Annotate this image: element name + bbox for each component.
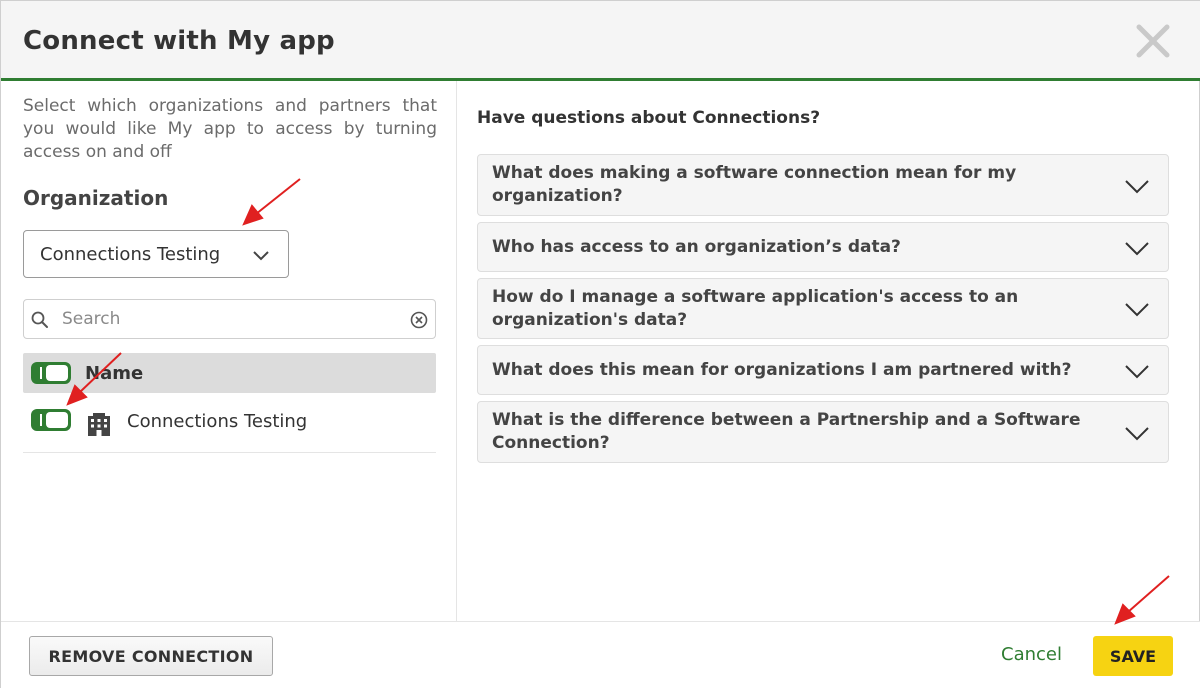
faq-question: How do I manage a software application's…: [492, 287, 1019, 330]
chevron-down-icon: [1125, 427, 1149, 441]
faq-question: Who has access to an organization’s data…: [492, 237, 901, 257]
cancel-button[interactable]: Cancel: [1001, 644, 1062, 665]
faq-question: What does this mean for organizations I …: [492, 360, 1072, 380]
faq-item-partnered-orgs[interactable]: What does this mean for organizations I …: [477, 345, 1169, 395]
faq-question: What does making a software connection m…: [492, 163, 1017, 206]
row-access-toggle[interactable]: [31, 409, 71, 431]
organization-label: Organization: [23, 186, 169, 210]
chevron-down-icon: [1125, 180, 1149, 194]
left-panel: Select which organizations and partners …: [1, 81, 457, 621]
building-icon: [88, 413, 110, 436]
chevron-down-icon: [253, 251, 269, 261]
search-icon: [31, 311, 48, 328]
remove-connection-button[interactable]: REMOVE CONNECTION: [29, 636, 273, 676]
faq-item-data-access[interactable]: Who has access to an organization’s data…: [477, 222, 1169, 272]
table-header: Name: [23, 353, 436, 393]
chevron-down-icon: [1125, 303, 1149, 317]
toggle-on-mark: [40, 367, 42, 379]
search-input[interactable]: [62, 305, 392, 333]
faq-title: Have questions about Connections?: [477, 108, 821, 128]
table-row: Connections Testing: [23, 397, 436, 453]
dialog-footer: REMOVE CONNECTION Cancel SAVE: [1, 621, 1200, 688]
toggle-knob: [46, 365, 68, 381]
toggle-on-mark: [40, 414, 42, 426]
dialog-header: Connect with My app: [1, 1, 1200, 81]
faq-question: What is the difference between a Partner…: [492, 410, 1081, 453]
faq-item-manage-access[interactable]: How do I manage a software application's…: [477, 278, 1169, 339]
clear-search-icon[interactable]: [409, 310, 429, 330]
name-column-header: Name: [85, 363, 144, 384]
close-icon[interactable]: [1133, 21, 1173, 61]
faq-item-software-connection[interactable]: What does making a software connection m…: [477, 154, 1169, 216]
select-all-toggle[interactable]: [31, 362, 71, 384]
intro-text: Select which organizations and partners …: [23, 96, 437, 162]
connect-dialog: Connect with My app Select which organiz…: [0, 0, 1200, 688]
chevron-down-icon: [1125, 242, 1149, 256]
toggle-knob: [46, 412, 68, 428]
chevron-down-icon: [1125, 365, 1149, 379]
organization-select-value: Connections Testing: [40, 244, 221, 265]
organization-select[interactable]: Connections Testing: [23, 230, 289, 278]
right-panel: Have questions about Connections? What d…: [457, 81, 1200, 621]
save-button[interactable]: SAVE: [1093, 636, 1173, 676]
dialog-title: Connect with My app: [23, 26, 335, 56]
faq-item-partnership-difference[interactable]: What is the difference between a Partner…: [477, 401, 1169, 463]
row-name: Connections Testing: [127, 411, 308, 432]
search-box: [23, 299, 436, 339]
